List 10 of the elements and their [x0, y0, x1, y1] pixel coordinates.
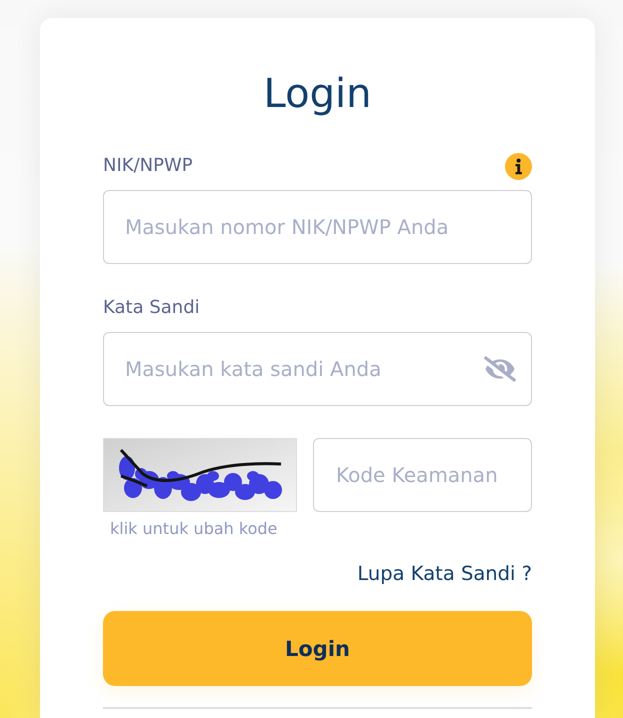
password-field[interactable]: Masukan kata sandi Anda	[103, 332, 532, 406]
info-icon[interactable]	[505, 152, 532, 180]
login-button[interactable]: Login	[103, 611, 532, 686]
field-label: NIK/NPWP	[103, 155, 193, 177]
forgot-password-link[interactable]: Lupa Kata Sandi ?	[357, 562, 532, 586]
login-title: Login	[262, 70, 372, 118]
field-label: Kata Sandi	[103, 297, 200, 319]
captcha-drawing[interactable]	[103, 438, 297, 512]
input-field[interactable]: Masukan nomor NIK/NPWP Anda	[103, 190, 532, 264]
input-field[interactable]: Kode Keamanan	[313, 438, 532, 512]
